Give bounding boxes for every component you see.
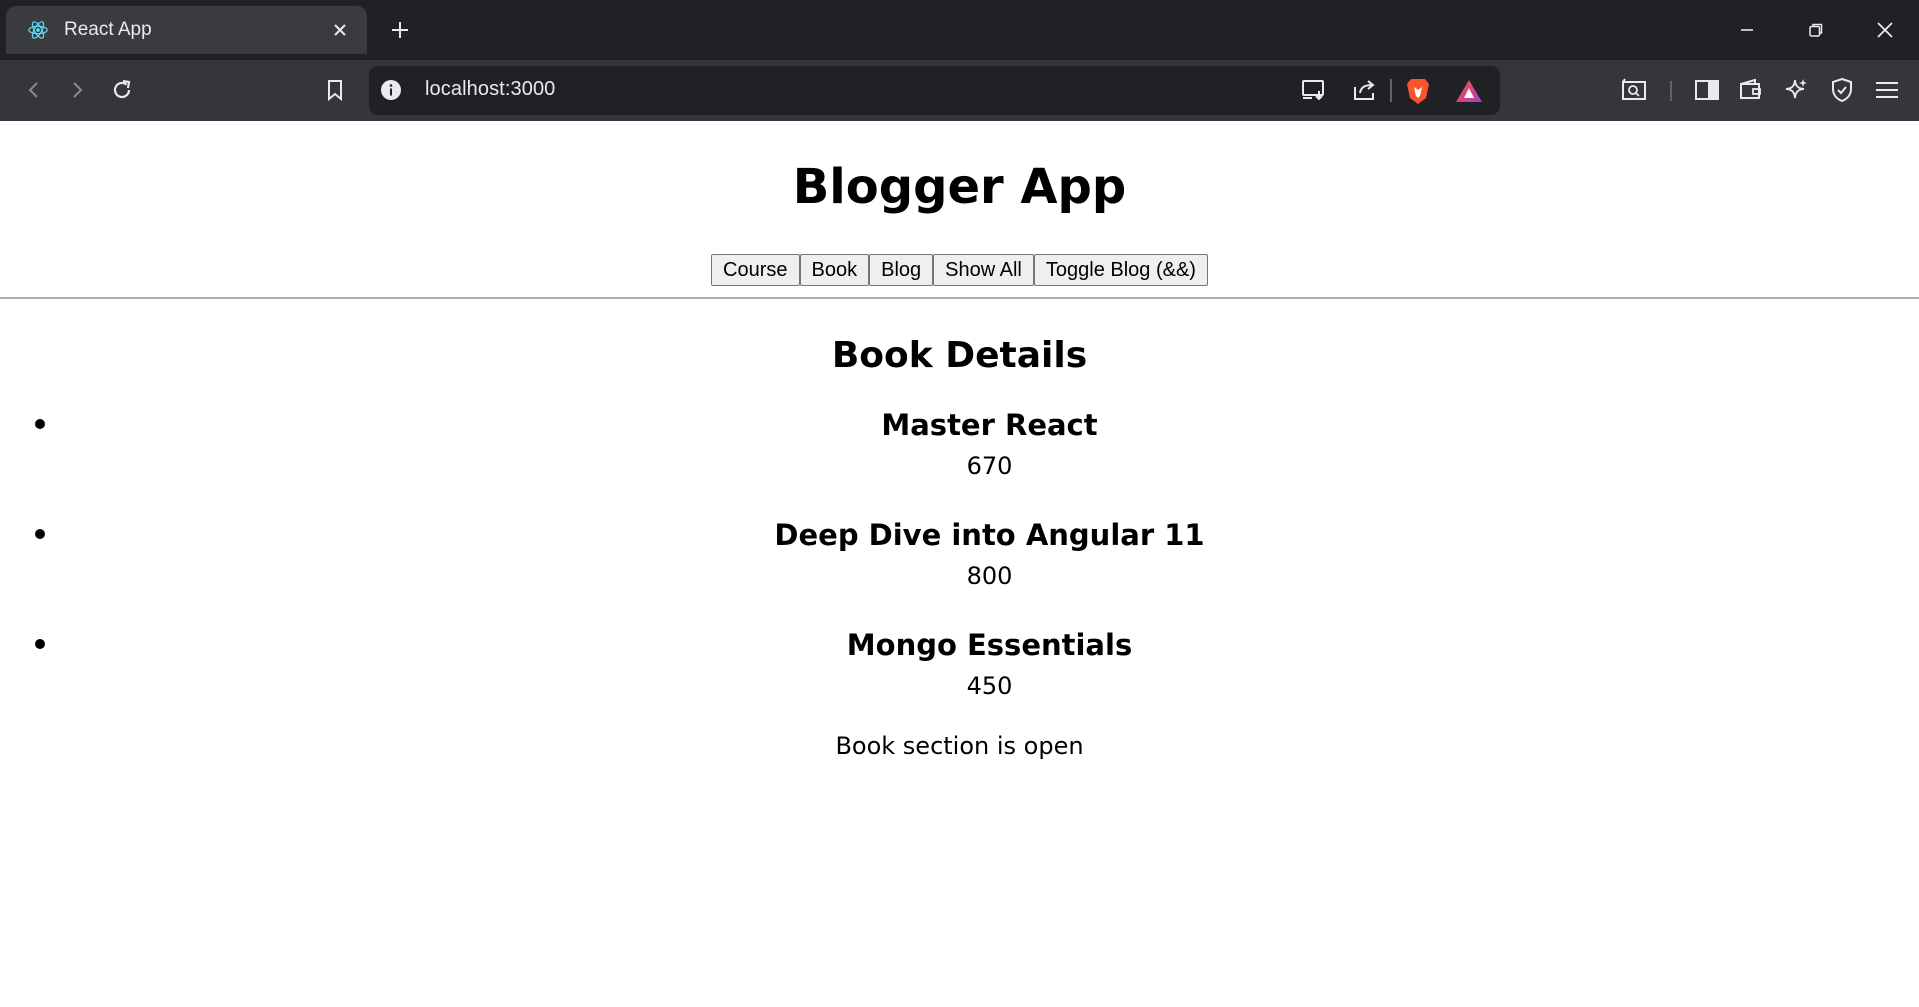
app-title: Blogger App <box>792 159 1127 215</box>
site-info-icon[interactable] <box>380 79 404 103</box>
list-item: Master React 670 <box>0 407 1919 517</box>
blog-button[interactable]: Blog <box>869 254 934 286</box>
minimize-icon[interactable] <box>1730 14 1764 46</box>
share-icon[interactable] <box>1351 77 1379 107</box>
back-icon[interactable] <box>17 73 51 107</box>
brave-rewards-icon[interactable] <box>1454 77 1484 109</box>
brave-shields-icon[interactable] <box>1404 76 1432 110</box>
browser-tab-bar: React App <box>0 0 1919 60</box>
section-title: Book Details <box>831 335 1088 376</box>
book-price: 670 <box>966 452 1013 480</box>
browser-tab[interactable]: React App <box>6 6 367 54</box>
toolbar-divider <box>1670 81 1672 101</box>
divider <box>0 297 1919 299</box>
forward-icon[interactable] <box>60 73 94 107</box>
book-name: Master React <box>881 408 1098 442</box>
new-tab-icon[interactable] <box>386 16 414 44</box>
vpn-shield-icon[interactable] <box>1825 73 1859 107</box>
book-list: Master React 670 Deep Dive into Angular … <box>0 407 1919 737</box>
bullet-icon <box>35 529 45 539</box>
bullet-icon <box>35 639 45 649</box>
restore-icon[interactable] <box>1799 14 1833 46</box>
book-price: 800 <box>966 562 1013 590</box>
url-text: localhost:3000 <box>425 78 556 100</box>
address-bar[interactable]: localhost:3000 <box>369 66 1500 115</box>
sidebar-icon[interactable] <box>1690 73 1724 107</box>
react-logo-icon <box>26 18 50 42</box>
toggle-blog-button[interactable]: Toggle Blog (&&) <box>1033 254 1208 286</box>
list-item: Mongo Essentials 450 <box>0 627 1919 737</box>
book-price: 450 <box>966 672 1013 700</box>
list-item: Deep Dive into Angular 11 800 <box>0 517 1919 627</box>
wallet-icon[interactable] <box>1734 73 1768 107</box>
book-button[interactable]: Book <box>799 254 870 286</box>
status-text: Book section is open <box>835 732 1084 760</box>
close-window-icon[interactable] <box>1868 14 1902 46</box>
cast-icon[interactable] <box>1300 77 1328 107</box>
reload-icon[interactable] <box>105 73 139 107</box>
page-content: Blogger App Course Book Blog Show All To… <box>0 121 1919 1007</box>
show-all-button[interactable]: Show All <box>933 254 1034 286</box>
search-tabs-icon[interactable] <box>1617 73 1651 107</box>
leo-ai-icon[interactable] <box>1779 73 1813 107</box>
book-name: Mongo Essentials <box>846 628 1133 662</box>
close-tab-icon[interactable] <box>327 17 353 43</box>
menu-icon[interactable] <box>1870 73 1904 107</box>
browser-toolbar: localhost:3000 <box>0 60 1919 121</box>
tab-title: React App <box>64 19 152 40</box>
nav-button-group: Course Book Blog Show All Toggle Blog (&… <box>0 254 1919 286</box>
bullet-icon <box>35 419 45 429</box>
book-name: Deep Dive into Angular 11 <box>774 518 1205 552</box>
bookmark-icon[interactable] <box>318 73 352 107</box>
course-button[interactable]: Course <box>711 254 800 286</box>
omnibox-divider <box>1390 79 1392 102</box>
